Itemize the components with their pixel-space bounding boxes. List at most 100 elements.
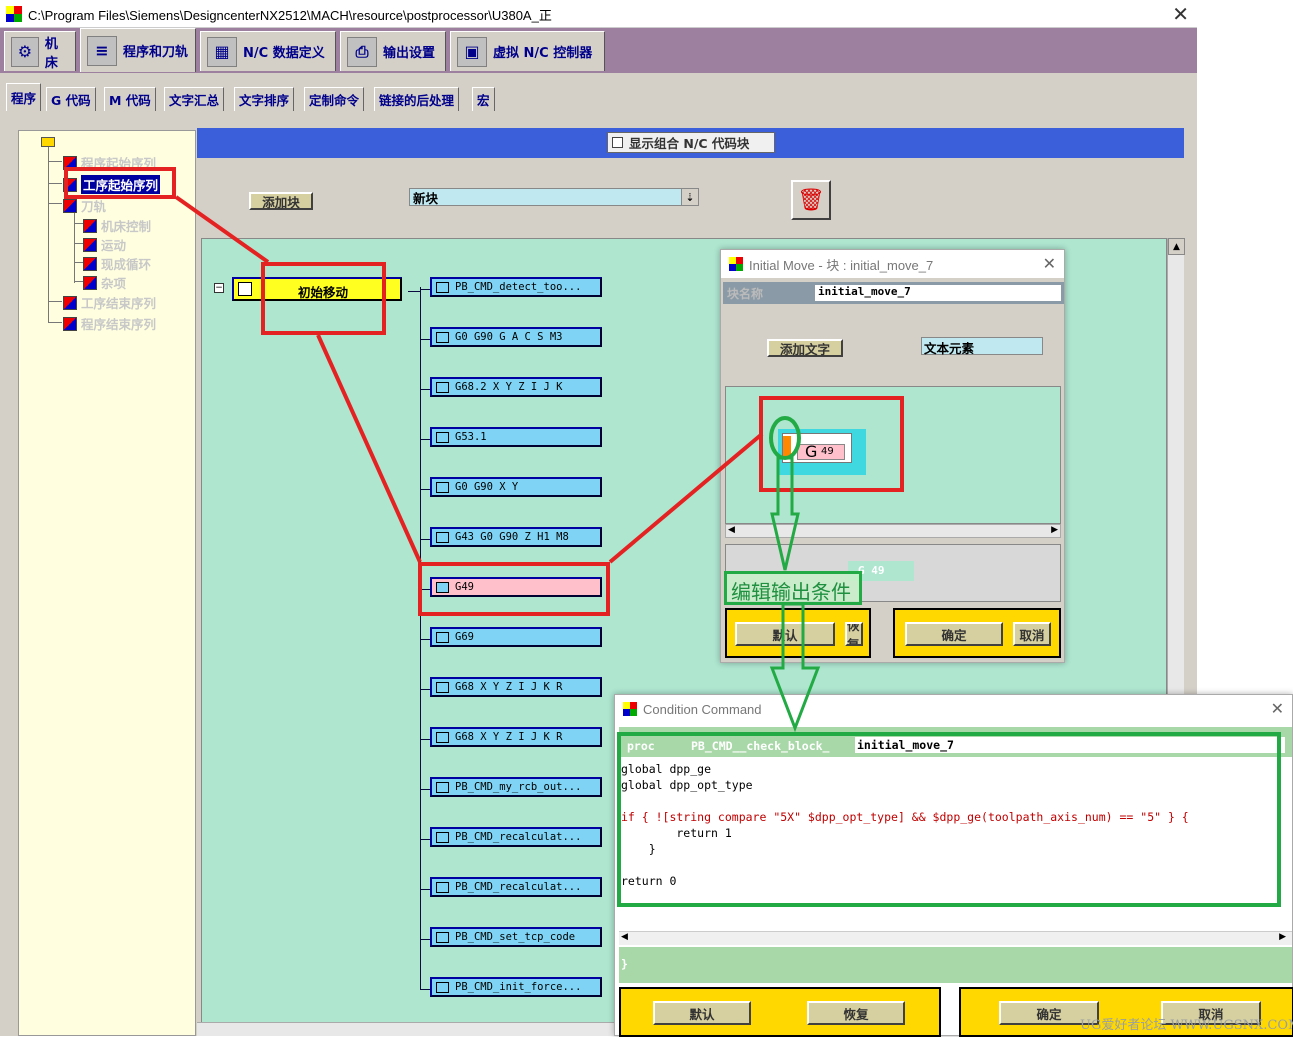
ok-cancel-bar: 确定 取消 xyxy=(893,608,1061,658)
tree-item-canned-cycles[interactable]: 现成循环 xyxy=(83,254,151,273)
tab-virtual-controller[interactable]: ▣ 虚拟 N/C 控制器 xyxy=(450,31,605,71)
block-item[interactable]: G43 G0 G90 Z H1 M8 xyxy=(430,527,602,547)
sequence-icon xyxy=(63,198,77,213)
ok-button[interactable]: 确定 xyxy=(905,622,1003,646)
show-combined-checkbox[interactable]: 显示组合 N/C 代码块 xyxy=(607,132,775,153)
block-item[interactable]: PB_CMD_recalculat... xyxy=(430,827,602,847)
scroll-right-icon[interactable]: ▶ xyxy=(1279,932,1286,942)
highlight-marker xyxy=(261,262,386,335)
block-icon xyxy=(436,731,449,743)
block-label: G68.2 X Y Z I J K xyxy=(455,381,563,393)
block-label: PB_CMD_init_force... xyxy=(455,981,582,993)
block-item[interactable]: G69 xyxy=(430,627,602,647)
subtab-word-summary[interactable]: 文字汇总 xyxy=(164,87,225,111)
restore-button[interactable]: 恢复 xyxy=(845,622,863,646)
sequence-icon xyxy=(63,295,77,310)
block-icon xyxy=(436,631,449,643)
app-icon xyxy=(6,6,22,22)
dialog-title: Initial Move - 块 : initial_move_7 xyxy=(749,257,934,273)
block-item[interactable]: G68 X Y Z I J K R xyxy=(430,727,602,747)
cancel-button[interactable]: 取消 xyxy=(1013,622,1051,646)
block-item[interactable]: G68.2 X Y Z I J K xyxy=(430,377,602,397)
hand-icon xyxy=(436,781,449,793)
window-title: C:\Program Files\Siemens\DesigncenterNX2… xyxy=(28,8,552,23)
top-tab-strip: ⚙ 机床 ≡ 程序和刀轨 ▦ N/C 数据定义 ⎙ 输出设置 ▣ 虚拟 N/C … xyxy=(0,28,1197,73)
tab-output-settings[interactable]: ⎙ 输出设置 xyxy=(340,31,446,71)
new-block-select[interactable]: 新块 xyxy=(409,188,699,206)
sequence-icon xyxy=(83,256,97,271)
subtab-m-code[interactable]: M 代码 xyxy=(104,87,156,111)
block-item[interactable]: G0 G90 X Y xyxy=(430,477,602,497)
default-restore-bar: 默认 恢复 xyxy=(725,608,871,658)
dropdown-arrow-icon[interactable]: ⇣ xyxy=(681,188,699,206)
subtab-word-sequence[interactable]: 文字排序 xyxy=(234,87,295,111)
trash-icon[interactable]: 🗑 xyxy=(791,180,831,220)
block-item[interactable]: G53.1 xyxy=(430,427,602,447)
block-item[interactable]: PB_CMD_recalculat... xyxy=(430,877,602,897)
block-item[interactable]: PB_CMD_detect_too... xyxy=(430,277,602,297)
text-element-select[interactable]: 文本元素 xyxy=(921,337,1043,356)
new-block-value: 新块 xyxy=(413,190,439,206)
subtab-program[interactable]: 程序 xyxy=(6,83,42,111)
block-item[interactable]: G68 X Y Z I J K R xyxy=(430,677,602,697)
tab-label: N/C 数据定义 xyxy=(243,46,325,61)
tab-nc-data[interactable]: ▦ N/C 数据定义 xyxy=(200,31,336,71)
sequence-icon xyxy=(83,275,97,290)
controller-icon: ▣ xyxy=(457,36,487,67)
close-icon[interactable]: ✕ xyxy=(1172,2,1189,26)
subtab-custom-command[interactable]: 定制命令 xyxy=(304,87,365,111)
highlight-tree-item xyxy=(64,167,176,199)
block-icon xyxy=(436,531,449,543)
folder-icon xyxy=(41,137,55,147)
default-button[interactable]: 默认 xyxy=(735,622,835,646)
subtab-g-code[interactable]: G 代码 xyxy=(46,87,96,111)
word-hscroll[interactable]: ◀ ▶ xyxy=(725,524,1061,538)
scroll-right-icon[interactable]: ▶ xyxy=(1051,525,1058,535)
block-item[interactable]: PB_CMD_my_rcb_out... xyxy=(430,777,602,797)
scroll-left-icon[interactable]: ◀ xyxy=(728,525,735,535)
scroll-up-icon[interactable]: ▲ xyxy=(1168,238,1185,255)
dialog-title-bar: Initial Move - 块 : initial_move_7 ✕ xyxy=(721,250,1064,278)
default-button[interactable]: 默认 xyxy=(653,1001,751,1025)
add-block-button[interactable]: 添加块 xyxy=(249,192,313,210)
block-label: PB_CMD_set_tcp_code xyxy=(455,931,576,943)
dialog-title-bar: Condition Command ✕ xyxy=(615,695,1292,723)
scroll-left-icon[interactable]: ◀ xyxy=(621,932,628,942)
tree-item-machine-control[interactable]: 机床控制 xyxy=(83,216,151,235)
closing-brace: } xyxy=(621,957,628,971)
block-icon xyxy=(436,681,449,693)
app-icon xyxy=(623,702,637,716)
sequence-icon xyxy=(63,316,77,331)
tab-machine[interactable]: ⚙ 机床 xyxy=(4,31,76,71)
collapse-icon[interactable]: − xyxy=(214,283,224,293)
toolpath-icon: ≡ xyxy=(87,35,117,66)
add-text-button[interactable]: 添加文字 xyxy=(767,339,843,357)
block-name-field[interactable]: initial_move_7 xyxy=(815,285,1061,301)
block-label: G69 xyxy=(455,631,474,643)
highlight-condition-code xyxy=(617,732,1281,907)
block-item[interactable]: PB_CMD_init_force... xyxy=(430,977,602,997)
tree-item-motion[interactable]: 运动 xyxy=(83,235,126,254)
close-icon[interactable]: ✕ xyxy=(1271,699,1284,719)
block-label: G68 X Y Z I J K R xyxy=(455,681,563,693)
block-label: PB_CMD_my_rcb_out... xyxy=(455,781,582,793)
block-item[interactable]: PB_CMD_set_tcp_code xyxy=(430,927,602,947)
tab-label: 输出设置 xyxy=(383,46,436,61)
machine-icon: ⚙ xyxy=(11,36,39,67)
tree-item-operation-end[interactable]: 工序结束序列 xyxy=(63,293,156,312)
hand-icon xyxy=(436,831,449,843)
block-item[interactable]: G0 G90 G A C S M3 xyxy=(430,327,602,347)
block-label: G43 G0 G90 Z H1 M8 xyxy=(455,531,569,543)
restore-button[interactable]: 恢复 xyxy=(807,1001,905,1025)
subtab-linked-posts[interactable]: 链接的后处理 xyxy=(374,87,460,111)
subtab-macro[interactable]: 宏 xyxy=(472,87,495,111)
horizontal-scrollbar[interactable] xyxy=(197,1022,617,1036)
tree-item-misc[interactable]: 杂项 xyxy=(83,273,126,292)
code-hscroll[interactable]: ◀ ▶ xyxy=(619,931,1292,945)
callout-label: 编辑输出条件 xyxy=(731,580,851,604)
tab-program-toolpath[interactable]: ≡ 程序和刀轨 xyxy=(80,28,196,72)
tree-item-program-end[interactable]: 程序结束序列 xyxy=(63,314,156,333)
close-icon[interactable]: ✕ xyxy=(1043,254,1056,274)
highlight-g49-block xyxy=(418,562,610,616)
event-icon xyxy=(238,282,252,296)
